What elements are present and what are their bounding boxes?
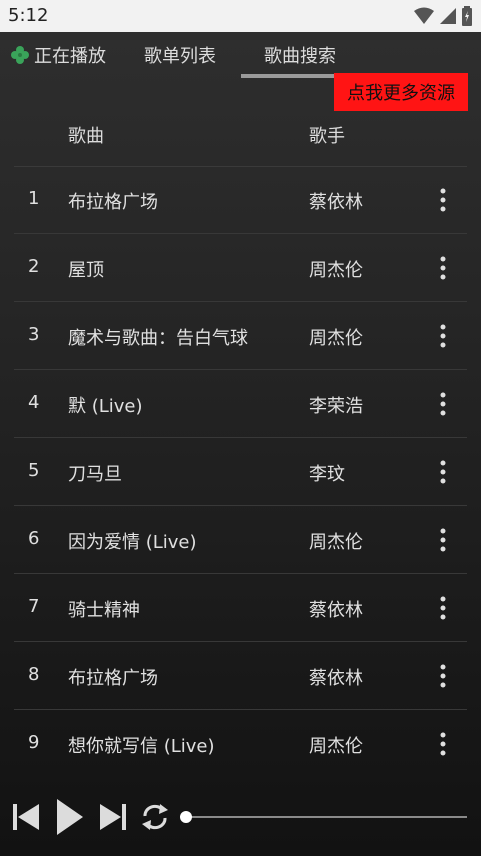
row-song-title: 因为爱情 (Live) — [68, 532, 197, 553]
column-header-song: 歌曲 — [68, 126, 104, 147]
row-index: 2 — [28, 256, 40, 277]
row-song-title: 默 (Live) — [68, 396, 143, 417]
row-index: 6 — [28, 528, 40, 549]
row-index: 3 — [28, 324, 40, 345]
tab-now-playing-label: 正在播放 — [34, 46, 106, 67]
more-options-icon[interactable] — [434, 186, 452, 214]
row-index: 4 — [28, 392, 40, 413]
repeat-icon[interactable] — [139, 802, 171, 832]
table-row[interactable]: 7 骑士精神 蔡依林 — [14, 574, 467, 642]
row-artist: 蔡依林 — [309, 192, 363, 213]
row-song-title: 刀马旦 — [68, 464, 122, 485]
row-index: 9 — [28, 732, 40, 753]
row-index: 5 — [28, 460, 40, 481]
row-song-title: 魔术与歌曲：告白气球 — [68, 328, 248, 349]
table-row[interactable]: 5 刀马旦 李玟 — [14, 438, 467, 506]
play-icon[interactable] — [56, 798, 84, 836]
row-artist: 李玟 — [309, 464, 345, 485]
music-app: 正在播放 歌单列表 歌曲搜索 点我更多资源 歌曲 歌手 1 布拉格广场 蔡依林 … — [0, 32, 481, 856]
row-artist: 周杰伦 — [309, 328, 363, 349]
selected-tab-indicator — [241, 74, 335, 78]
row-artist: 周杰伦 — [309, 532, 363, 553]
row-index: 1 — [28, 188, 40, 209]
row-artist: 蔡依林 — [309, 668, 363, 689]
seek-thumb[interactable] — [180, 811, 192, 823]
more-options-icon[interactable] — [434, 254, 452, 282]
row-artist: 周杰伦 — [309, 260, 363, 281]
song-list: 1 布拉格广场 蔡依林 2 屋顶 周杰伦 3 魔术与歌曲：告白气球 周杰伦 4 … — [14, 166, 467, 777]
table-row[interactable]: 8 布拉格广场 蔡依林 — [14, 642, 467, 710]
more-options-icon[interactable] — [434, 662, 452, 690]
seek-bar[interactable] — [186, 816, 467, 818]
table-row[interactable]: 6 因为爱情 (Live) 周杰伦 — [14, 506, 467, 574]
more-options-icon[interactable] — [434, 322, 452, 350]
row-song-title: 想你就写信 (Live) — [68, 736, 215, 757]
column-header-artist: 歌手 — [309, 126, 345, 147]
row-index: 7 — [28, 596, 40, 617]
row-artist: 周杰伦 — [309, 736, 363, 757]
status-bar: 5:12 — [0, 0, 481, 32]
more-options-icon[interactable] — [434, 730, 452, 758]
tab-song-search[interactable]: 歌曲搜索 — [264, 42, 336, 68]
table-header: 歌曲 歌手 — [14, 112, 467, 167]
row-artist: 李荣浩 — [309, 396, 363, 417]
table-row[interactable]: 2 屋顶 周杰伦 — [14, 234, 467, 302]
row-song-title: 布拉格广场 — [68, 668, 158, 689]
table-row[interactable]: 9 想你就写信 (Live) 周杰伦 — [14, 710, 467, 777]
more-resources-button[interactable]: 点我更多资源 — [334, 73, 468, 111]
row-artist: 蔡依林 — [309, 600, 363, 621]
previous-icon[interactable] — [12, 802, 40, 832]
row-index: 8 — [28, 664, 40, 685]
battery-icon — [462, 6, 472, 26]
tab-bar: 正在播放 歌单列表 歌曲搜索 — [0, 32, 481, 78]
signal-icon — [440, 8, 456, 24]
table-row[interactable]: 4 默 (Live) 李荣浩 — [14, 370, 467, 438]
more-options-icon[interactable] — [434, 458, 452, 486]
row-song-title: 屋顶 — [68, 260, 104, 281]
tab-playlist[interactable]: 歌单列表 — [144, 42, 216, 68]
wifi-icon — [414, 7, 434, 24]
player-controls — [0, 790, 481, 850]
status-time: 5:12 — [8, 5, 49, 26]
more-options-icon[interactable] — [434, 594, 452, 622]
table-row[interactable]: 3 魔术与歌曲：告白气球 周杰伦 — [14, 302, 467, 370]
next-icon[interactable] — [99, 802, 127, 832]
more-options-icon[interactable] — [434, 390, 452, 418]
more-options-icon[interactable] — [434, 526, 452, 554]
clover-icon — [11, 46, 29, 64]
tab-now-playing[interactable]: 正在播放 — [10, 42, 106, 68]
table-row[interactable]: 1 布拉格广场 蔡依林 — [14, 166, 467, 234]
status-icons — [413, 6, 473, 26]
row-song-title: 布拉格广场 — [68, 192, 158, 213]
row-song-title: 骑士精神 — [68, 600, 140, 621]
